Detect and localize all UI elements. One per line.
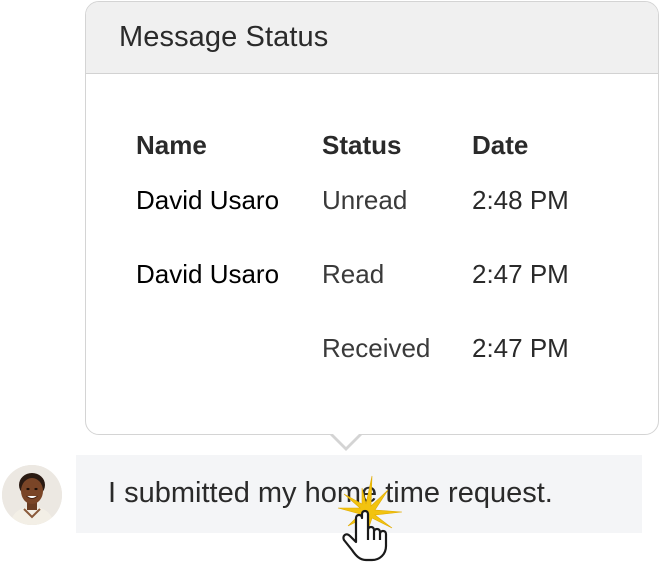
row-date: 2:47 PM: [472, 332, 569, 363]
row-date: 2:47 PM: [472, 258, 569, 289]
row-name: [136, 311, 322, 385]
row-status: Received: [322, 332, 431, 363]
table-header-row: Name Status Date: [136, 127, 602, 163]
popover-header: Message Status: [86, 2, 658, 74]
table-row: David Usaro Unread 2:48 PM: [136, 163, 602, 237]
table-row: David Usaro Read 2:47 PM: [136, 237, 602, 311]
row-name: David Usaro: [136, 184, 280, 215]
message-status-view: Message Status Name Status Date David Us…: [0, 0, 662, 562]
avatar-icon: [2, 465, 62, 525]
row-status: Unread: [322, 184, 408, 215]
row-status: Read: [322, 258, 385, 289]
popover-title: Message Status: [119, 21, 329, 53]
row-name: David Usaro: [136, 258, 280, 289]
column-header-date: Date: [472, 129, 529, 160]
status-table: Name Status Date David Usaro Unread 2:48…: [136, 127, 602, 385]
table-row: Received 2:47 PM: [136, 311, 602, 385]
user-avatar[interactable]: [2, 465, 62, 525]
message-status-popover: Message Status Name Status Date David Us…: [85, 1, 659, 435]
column-header-name: Name: [136, 129, 207, 160]
row-date: 2:48 PM: [472, 184, 569, 215]
column-header-status: Status: [322, 129, 402, 160]
hand-pointer-click-icon: [322, 468, 412, 562]
